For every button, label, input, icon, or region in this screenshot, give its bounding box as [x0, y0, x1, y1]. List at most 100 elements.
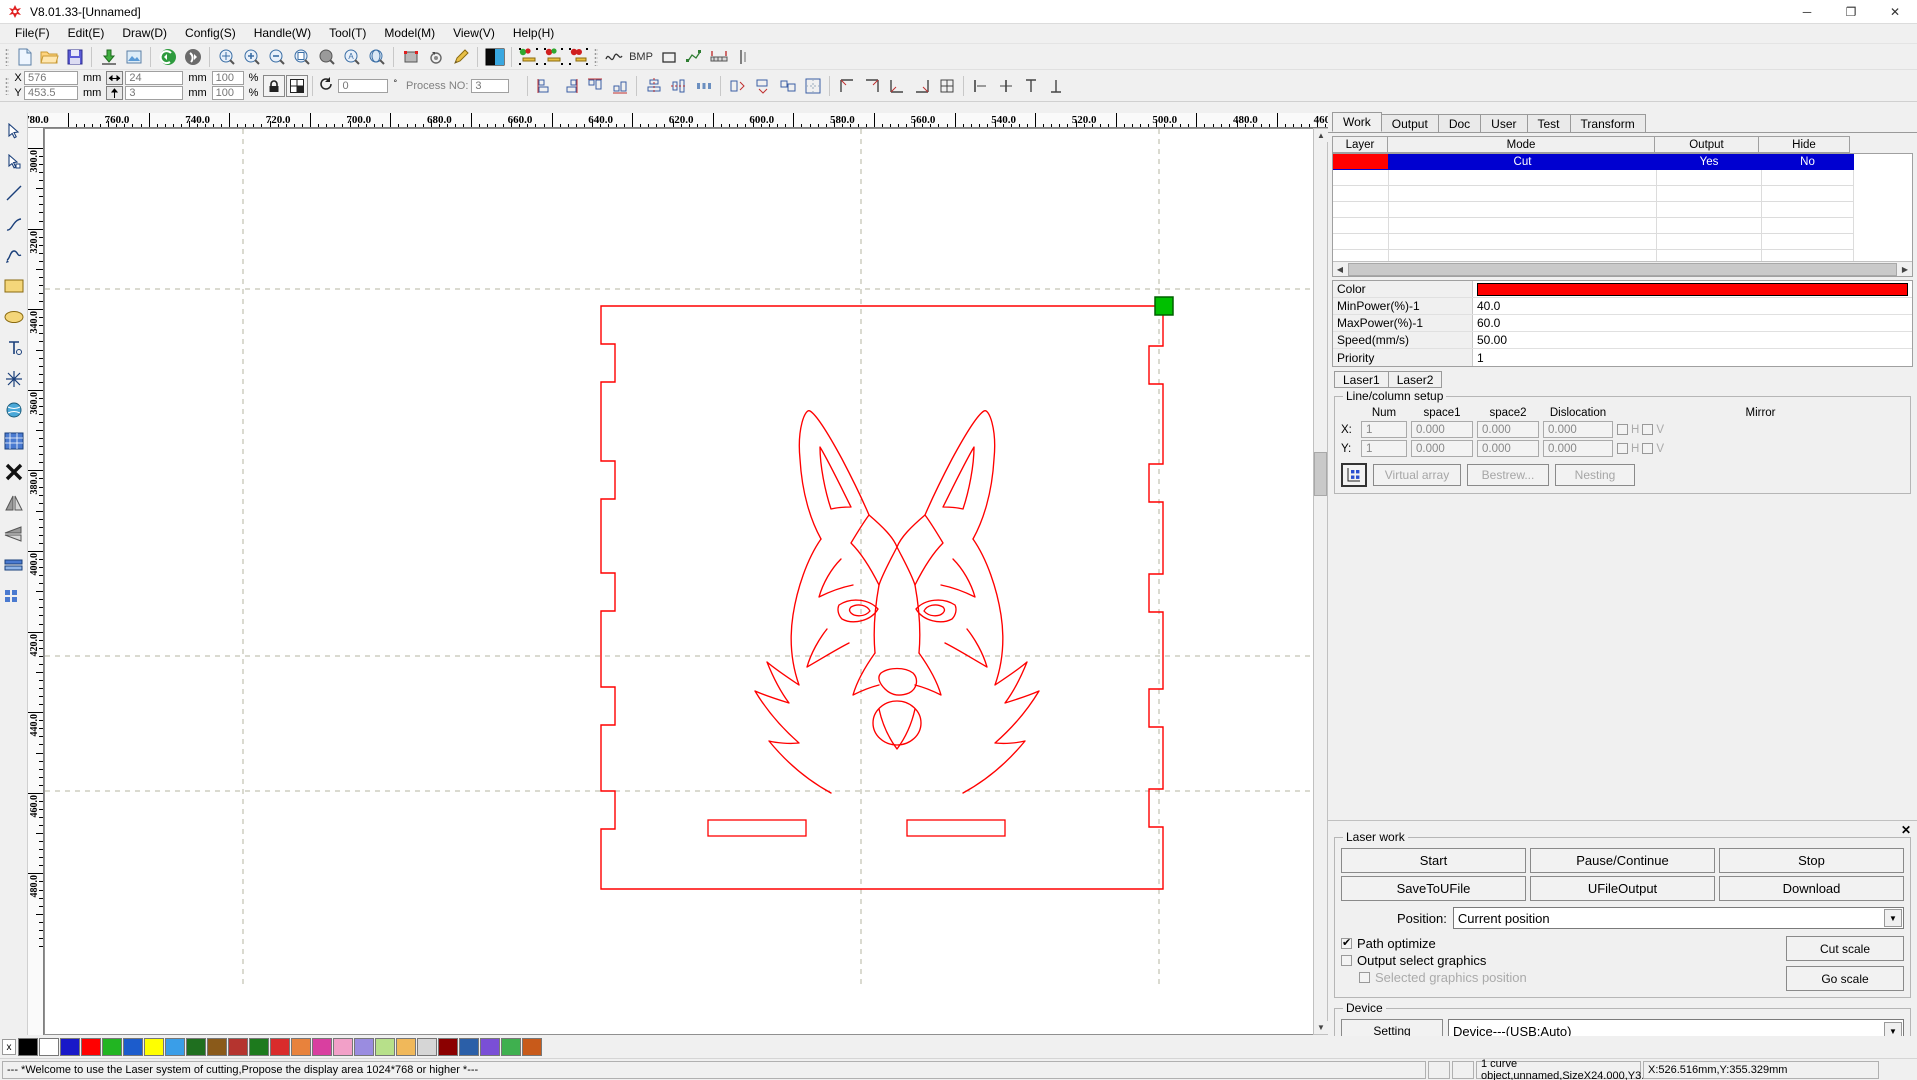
palette-swatch[interactable]	[123, 1038, 143, 1056]
zoom-fit-icon[interactable]	[364, 45, 389, 69]
layer-mode-cell[interactable]: Cut	[1389, 154, 1657, 170]
param-row-speed[interactable]: Speed(mm/s) 50.00	[1333, 332, 1912, 349]
y-position-input[interactable]: 453.5	[24, 86, 78, 100]
grid-icon[interactable]	[1, 425, 27, 456]
scale-x-input[interactable]: 100	[212, 71, 244, 85]
curve-icon[interactable]	[601, 45, 626, 69]
layer-table-scrollbar[interactable]: ◀ ▶	[1333, 261, 1912, 276]
corner-tl-icon[interactable]	[834, 74, 859, 98]
tab-work[interactable]: Work	[1332, 112, 1382, 132]
layer-scroll-left-button[interactable]: ◀	[1333, 263, 1347, 276]
menu-handle[interactable]: Handle(W)	[245, 25, 320, 42]
import-icon[interactable]	[96, 45, 121, 69]
tab-doc[interactable]: Doc	[1438, 114, 1481, 132]
align-left-icon[interactable]	[532, 74, 557, 98]
table-row-empty[interactable]	[1333, 202, 1912, 218]
toolbar-grip[interactable]	[594, 48, 598, 66]
height-input[interactable]: 3	[125, 86, 183, 100]
polyline-icon[interactable]	[681, 45, 706, 69]
path-optimize-checkbox[interactable]	[1341, 938, 1352, 949]
design-canvas[interactable]	[44, 128, 1328, 1035]
lc-y-space2-input[interactable]: 0.000	[1477, 440, 1539, 457]
palette-swatch[interactable]	[417, 1038, 437, 1056]
path-optimize-row[interactable]: Path optimize	[1341, 936, 1786, 951]
palette-swatch[interactable]	[438, 1038, 458, 1056]
rotate-icon[interactable]	[423, 45, 448, 69]
line-icon[interactable]	[1, 177, 27, 208]
pause-continue-button[interactable]: Pause/Continue	[1530, 848, 1715, 873]
palette-swatch[interactable]	[207, 1038, 227, 1056]
palette-swatch[interactable]	[333, 1038, 353, 1056]
ufile-output-button[interactable]: UFileOutput	[1530, 876, 1715, 901]
palette-swatch[interactable]	[354, 1038, 374, 1056]
palette-swatch[interactable]	[165, 1038, 185, 1056]
palette-swatch[interactable]	[501, 1038, 521, 1056]
lc-y-mirror-h-checkbox[interactable]	[1617, 443, 1628, 454]
palette-swatch[interactable]	[18, 1038, 38, 1056]
cut-scale-button[interactable]: Cut scale	[1786, 936, 1904, 961]
align-center-h-icon[interactable]	[641, 74, 666, 98]
curve-icon[interactable]	[1, 239, 27, 270]
palette-swatch[interactable]	[291, 1038, 311, 1056]
param-value-priority[interactable]: 1	[1473, 349, 1912, 366]
toolbar-grip[interactable]	[5, 48, 9, 66]
param-value-minpower[interactable]: 40.0	[1473, 298, 1912, 314]
invert-color-icon[interactable]	[482, 45, 507, 69]
menu-help[interactable]: Help(H)	[504, 25, 563, 42]
layer-color-swatch[interactable]	[1333, 154, 1389, 170]
stop-button[interactable]: Stop	[1719, 848, 1904, 873]
polyline-icon[interactable]	[1, 208, 27, 239]
palette-swatch[interactable]	[144, 1038, 164, 1056]
close-x-icon[interactable]	[1, 456, 27, 487]
layer-output-cell[interactable]: Yes	[1657, 154, 1762, 170]
star-icon[interactable]	[1, 363, 27, 394]
lc-y-mirror-v-checkbox[interactable]	[1642, 443, 1653, 454]
palette-swatch[interactable]	[522, 1038, 542, 1056]
lock-icon[interactable]	[263, 75, 285, 97]
palette-swatch[interactable]	[39, 1038, 59, 1056]
new-file-icon[interactable]	[12, 45, 37, 69]
lc-y-num-input[interactable]: 1	[1361, 440, 1407, 457]
layer-scroll-right-button[interactable]: ▶	[1898, 263, 1912, 276]
palette-swatch[interactable]	[396, 1038, 416, 1056]
rect-icon[interactable]	[656, 45, 681, 69]
param-row-maxpower[interactable]: MaxPower(%)-1 60.0	[1333, 315, 1912, 332]
capture-icon[interactable]	[1, 394, 27, 425]
palette-swatch[interactable]	[270, 1038, 290, 1056]
array-copy-icon[interactable]	[1, 549, 27, 580]
vertical-scroll-thumb[interactable]	[1314, 452, 1327, 496]
angle-input[interactable]: 0	[338, 79, 388, 93]
align-center-v-icon[interactable]	[666, 74, 691, 98]
virtual-array-button[interactable]: Virtual array	[1373, 464, 1461, 486]
menu-file[interactable]: File(F)	[6, 25, 59, 42]
mirror-h-icon[interactable]	[1, 487, 27, 518]
table-row-empty[interactable]	[1333, 218, 1912, 234]
canvas-vertical-scrollbar[interactable]: ▲ ▼	[1313, 128, 1328, 1035]
undo-icon[interactable]	[155, 45, 180, 69]
param-value-color[interactable]	[1473, 281, 1912, 297]
bmp-icon[interactable]: BMP	[626, 45, 656, 69]
distribute-h-icon[interactable]	[691, 74, 716, 98]
node-edit-2-icon[interactable]	[541, 45, 566, 69]
edge-center-icon[interactable]	[993, 74, 1018, 98]
chevron-down-icon[interactable]: ▼	[1884, 909, 1902, 927]
align-bottom-icon[interactable]	[607, 74, 632, 98]
palette-swatch[interactable]	[312, 1038, 332, 1056]
close-button[interactable]: ✕	[1873, 0, 1917, 24]
palette-swatch[interactable]	[81, 1038, 101, 1056]
layer-col-header-layer[interactable]: Layer	[1332, 136, 1388, 153]
palette-swatch[interactable]	[459, 1038, 479, 1056]
open-folder-icon[interactable]	[37, 45, 62, 69]
align-top-icon[interactable]	[582, 74, 607, 98]
param-row-minpower[interactable]: MinPower(%)-1 40.0	[1333, 298, 1912, 315]
zoom-all-icon[interactable]	[314, 45, 339, 69]
corner-bl-icon[interactable]	[884, 74, 909, 98]
bestrew-button[interactable]: Bestrew...	[1467, 464, 1549, 486]
lc-x-space2-input[interactable]: 0.000	[1477, 421, 1539, 438]
anchor-grid-icon[interactable]	[286, 75, 308, 97]
zoom-out-icon[interactable]	[264, 45, 289, 69]
layer-hide-cell[interactable]: No	[1762, 154, 1854, 170]
rectangle-icon[interactable]	[1, 270, 27, 301]
selected-position-checkbox[interactable]	[1359, 972, 1370, 983]
array-grid-icon[interactable]	[1341, 463, 1367, 487]
